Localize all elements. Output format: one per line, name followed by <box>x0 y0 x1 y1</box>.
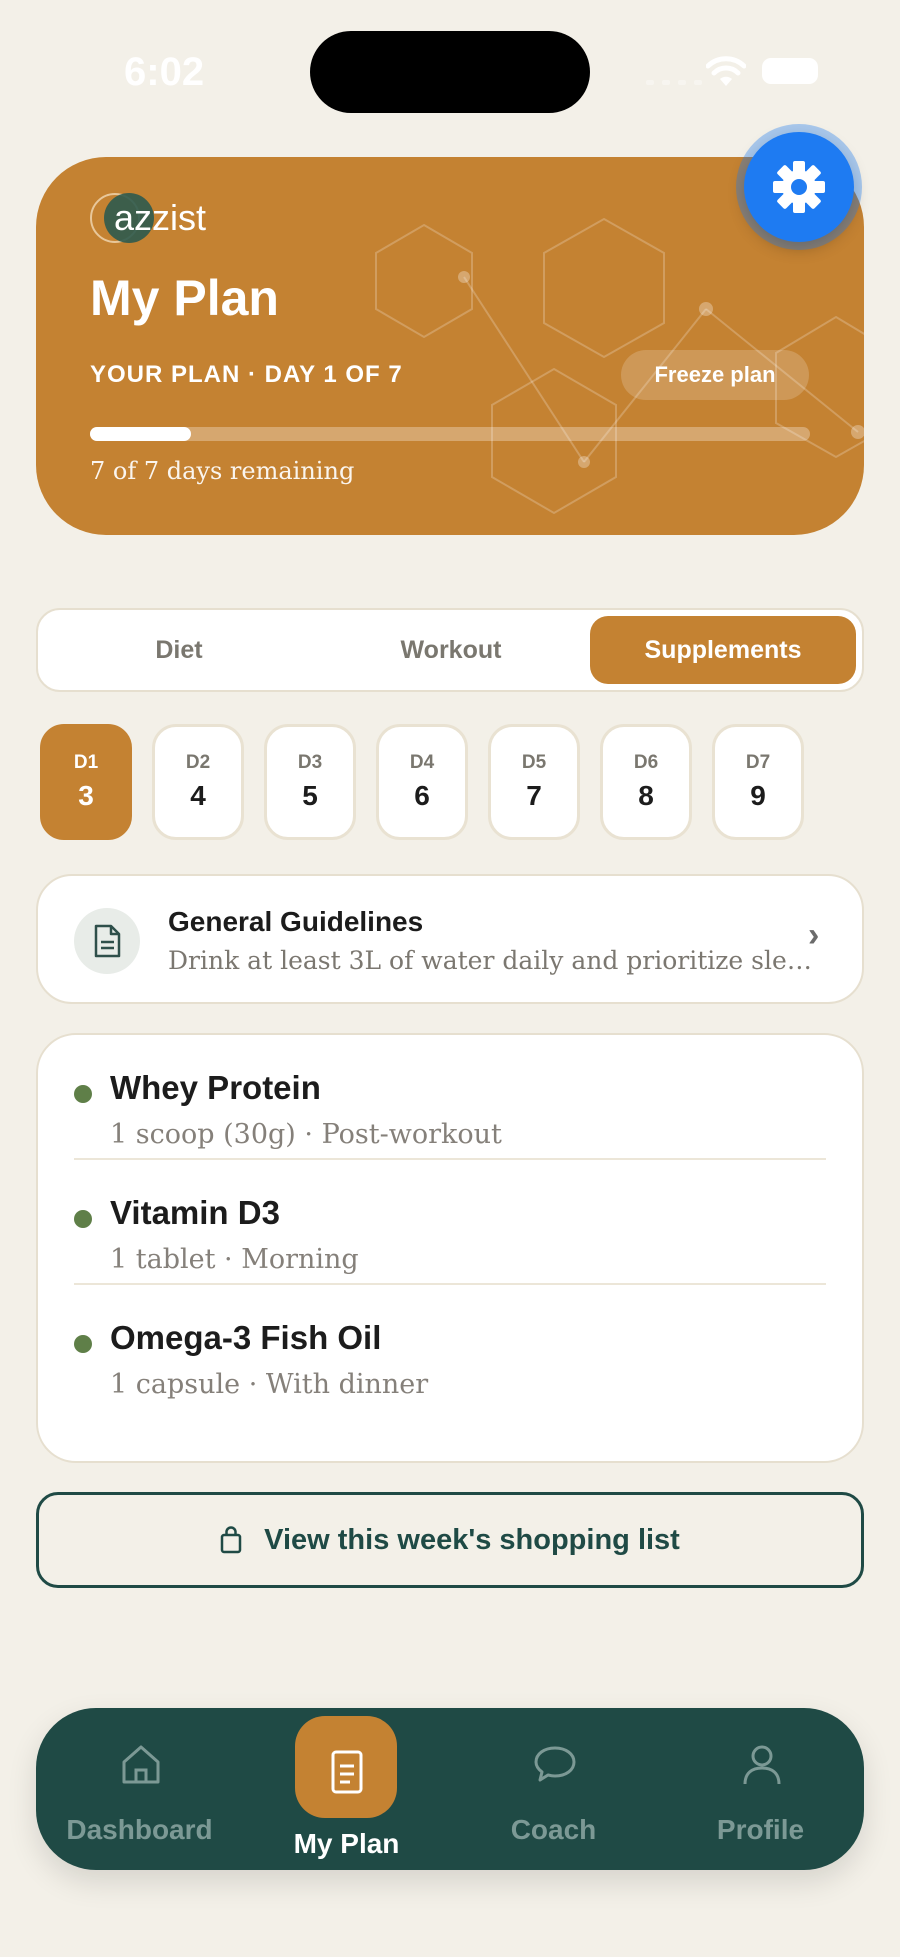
bullet-dot <box>74 1085 92 1103</box>
user-icon <box>743 1745 781 1785</box>
day-chip-d5[interactable]: D5 7 <box>488 724 580 840</box>
plan-progress-fill <box>90 427 191 441</box>
guidelines-title: General Guidelines <box>168 906 424 937</box>
day-chip-d2[interactable]: D2 4 <box>152 724 244 840</box>
gear-icon <box>773 161 825 213</box>
nav-item-dashboard[interactable]: Dashboard <box>36 1708 243 1870</box>
day-label: D7 <box>745 752 771 773</box>
bullet-dot <box>74 1210 92 1228</box>
bottom-nav: Dashboard My Plan Coach Profile <box>36 1708 864 1870</box>
bullet-dot <box>74 1335 92 1353</box>
azzist-logo: azzist <box>90 193 206 245</box>
day-label: D6 <box>633 752 659 773</box>
day-label: D4 <box>409 752 435 773</box>
plan-category-tabs: Diet Workout Supplements <box>36 608 864 692</box>
document-icon <box>74 908 140 974</box>
tab-diet[interactable]: Diet <box>46 616 312 684</box>
day-number: 5 <box>302 780 318 811</box>
tab-supplements[interactable]: Supplements <box>590 616 856 684</box>
nav-item-my-plan[interactable]: My Plan <box>243 1708 450 1870</box>
status-bar: 6:02 <box>0 0 900 140</box>
day-chip-d1[interactable]: D1 3 <box>40 724 132 840</box>
supplement-name: Vitamin D3 <box>110 1194 280 1231</box>
nav-label: My Plan <box>293 1828 400 1859</box>
list-item[interactable]: Vitamin D3 1 tablet · Morning <box>74 1160 826 1285</box>
day-number: 4 <box>190 780 206 811</box>
day-label: D3 <box>297 752 323 773</box>
cellular-signal-icon <box>646 80 706 86</box>
nav-label: Dashboard <box>66 1814 213 1845</box>
plan-day-subtitle: YOUR PLAN · DAY 1 OF 7 <box>90 361 403 388</box>
tab-workout[interactable]: Workout <box>318 616 584 684</box>
day-label: D5 <box>521 752 547 773</box>
day-number: 8 <box>638 780 654 811</box>
supplement-detail: 1 capsule · With dinner <box>110 1369 429 1400</box>
list-item[interactable]: Omega-3 Fish Oil 1 capsule · With dinner <box>74 1285 826 1410</box>
day-label: D1 <box>73 752 99 773</box>
list-item[interactable]: Whey Protein 1 scoop (30g) · Post-workou… <box>74 1035 826 1160</box>
freeze-plan-button[interactable]: Freeze plan <box>621 350 809 400</box>
chat-bubble-icon <box>534 1746 576 1782</box>
page-title: My Plan <box>90 270 279 326</box>
supplement-name: Whey Protein <box>110 1069 321 1106</box>
day-chip-d4[interactable]: D4 6 <box>376 724 468 840</box>
plan-hero-card: azzist My Plan YOUR PLAN · DAY 1 OF 7 Fr… <box>36 157 864 535</box>
day-chip-d7[interactable]: D7 9 <box>712 724 804 840</box>
logo-text: azzist <box>114 197 207 238</box>
day-chip-d3[interactable]: D3 5 <box>264 724 356 840</box>
shopping-list-label: View this week's shopping list <box>264 1523 680 1556</box>
nav-item-profile[interactable]: Profile <box>657 1708 864 1870</box>
supplement-detail: 1 tablet · Morning <box>110 1244 359 1275</box>
status-icons <box>640 54 820 90</box>
dynamic-island <box>310 31 590 113</box>
supplement-name: Omega-3 Fish Oil <box>110 1319 382 1356</box>
day-number: 9 <box>750 780 766 811</box>
shopping-list-button[interactable]: View this week's shopping list <box>36 1492 864 1588</box>
status-time: 6:02 <box>124 50 205 94</box>
supplement-detail: 1 scoop (30g) · Post-workout <box>110 1119 502 1150</box>
day-number: 7 <box>526 780 542 811</box>
wifi-icon <box>706 56 746 86</box>
shopping-bag-icon <box>220 1526 242 1554</box>
general-guidelines-card[interactable]: General Guidelines Drink at least 3L of … <box>36 874 864 1004</box>
plan-progress-bar <box>90 427 810 441</box>
day-number: 3 <box>78 780 94 811</box>
battery-icon <box>762 58 818 84</box>
chevron-right-icon: › <box>808 916 820 954</box>
day-label: D2 <box>185 752 211 773</box>
day-number: 6 <box>414 780 430 811</box>
day-chip-d6[interactable]: D6 8 <box>600 724 692 840</box>
nav-label: Coach <box>510 1814 597 1845</box>
days-remaining-text: 7 of 7 days remaining <box>90 457 355 485</box>
document-icon <box>331 1750 363 1794</box>
nav-item-coach[interactable]: Coach <box>450 1708 657 1870</box>
nav-label: Profile <box>716 1814 805 1845</box>
guidelines-preview: Drink at least 3L of water daily and pri… <box>168 946 818 975</box>
home-icon <box>122 1745 160 1784</box>
supplements-list: Whey Protein 1 scoop (30g) · Post-workou… <box>36 1033 864 1463</box>
settings-button[interactable] <box>744 132 854 242</box>
